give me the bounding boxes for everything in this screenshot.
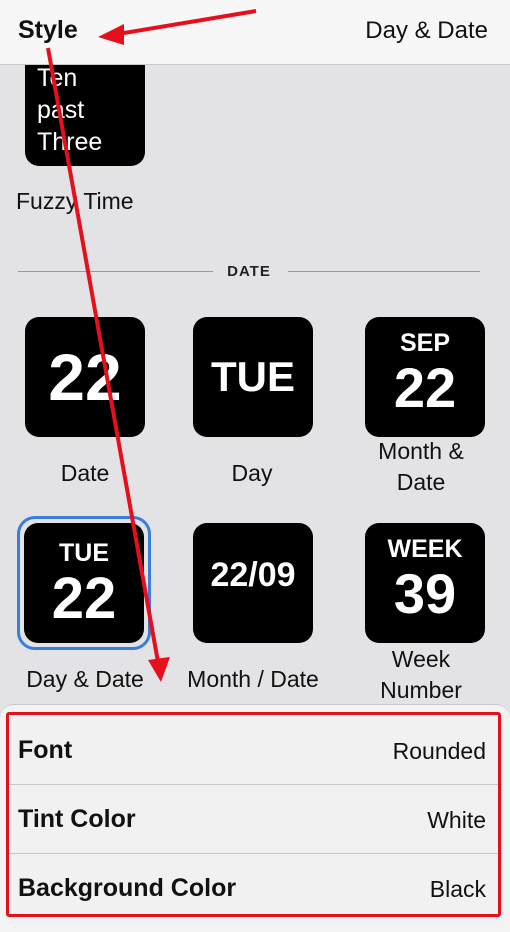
fuzzy-line: Three — [37, 128, 103, 156]
tile-number: 22 — [51, 566, 117, 631]
day-style-tile[interactable]: TUE — [193, 317, 313, 437]
fuzzy-line: past — [37, 96, 85, 124]
tile-number: 22 — [393, 356, 457, 419]
caption-line: Date — [396, 469, 446, 495]
tile-caption: Week Number — [336, 644, 506, 706]
tile-week: WEEK — [387, 535, 463, 563]
month-slash-date-style-tile[interactable]: 22/09 — [193, 523, 313, 643]
date-section-header: DATE — [18, 262, 480, 282]
tile-day: TUE — [211, 353, 295, 400]
tile-caption: Month & Date — [336, 436, 506, 498]
caption-line: Number — [380, 677, 462, 703]
day-date-style-tile[interactable]: TUE 22 — [24, 523, 144, 643]
selected-style-label[interactable]: Day & Date — [365, 17, 488, 45]
date-style-tile[interactable]: 22 — [25, 317, 145, 437]
section-label: DATE — [227, 263, 271, 280]
nav-header: Style Day & Date — [0, 0, 510, 65]
tile-caption: Day & Date — [26, 666, 144, 692]
page-title: Style — [18, 16, 78, 44]
tile-month: SEP — [399, 329, 451, 357]
tile-number: 22 — [48, 340, 122, 414]
caption-line: Month & — [378, 438, 464, 464]
fuzzy-time-caption: Fuzzy Time — [16, 188, 134, 214]
tile-number: 39 — [393, 562, 457, 625]
tile-caption: Date — [60, 460, 110, 486]
annotation-highlight-box — [6, 712, 501, 917]
tile-caption: Month / Date — [187, 666, 319, 692]
tile-day: TUE — [59, 539, 109, 567]
fuzzy-line: Ten — [37, 64, 78, 92]
tile-date: 22/09 — [210, 556, 296, 594]
caption-line: Week — [391, 646, 451, 672]
week-number-style-tile[interactable]: WEEK 39 — [365, 523, 485, 643]
month-date-style-tile[interactable]: SEP 22 — [365, 317, 485, 437]
tile-caption: Day — [231, 460, 273, 486]
